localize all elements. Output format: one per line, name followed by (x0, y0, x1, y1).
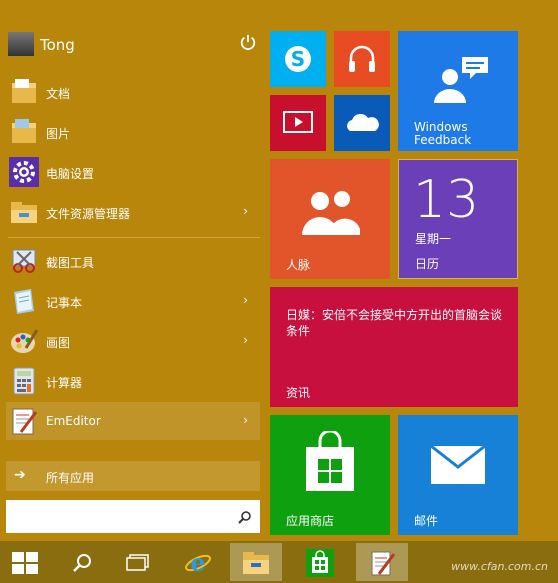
tile-label: Windows Feedback (414, 121, 471, 147)
store-icon (306, 549, 334, 577)
tile-store[interactable]: 应用商店 (270, 415, 390, 535)
menu-item-label: 图片 (46, 127, 71, 141)
notepad-icon (14, 289, 34, 314)
menu-item-label: 截图工具 (46, 256, 95, 270)
menu-item-pictures[interactable]: 图片 (6, 113, 260, 151)
tile-label: 应用商店 (286, 514, 335, 528)
user-name: Tong (40, 36, 75, 54)
tile-video[interactable] (270, 95, 326, 151)
search-box[interactable] (6, 500, 260, 533)
pc-settings-gear-icon (9, 157, 39, 187)
news-headline: 日媒：安倍不会接受中方开出的首脑会谈条件 (286, 308, 503, 338)
menu-item-label: EmEditor (46, 414, 101, 428)
video-icon (283, 111, 313, 133)
taskbar-store-button[interactable] (294, 543, 346, 581)
power-icon[interactable] (239, 34, 257, 52)
chevron-right-icon[interactable]: › (243, 204, 248, 218)
tile-calendar[interactable]: 13 星期一 日历 (398, 159, 518, 279)
menu-item-label: 电脑设置 (46, 167, 95, 181)
menu-item-paint[interactable]: 画图 › (6, 322, 260, 360)
calendar-weekday: 星期一 (415, 232, 452, 246)
file-explorer-icon (11, 202, 37, 223)
tile-onedrive[interactable] (334, 95, 390, 151)
menu-item-label: 画图 (46, 336, 71, 350)
people-icon (302, 191, 360, 235)
menu-item-label: 计算器 (46, 376, 83, 390)
cloud-icon (347, 113, 379, 131)
notepad-icon (371, 551, 396, 576)
tile-label: 邮件 (414, 514, 439, 528)
store-bag-icon (306, 431, 354, 491)
arrow-right-icon: ➔ (14, 467, 26, 483)
menu-item-calculator[interactable]: 计算器 (6, 362, 260, 400)
paint-icon (11, 329, 39, 353)
tile-label: 人脉 (286, 258, 311, 272)
menu-item-label: 文件资源管理器 (46, 207, 131, 221)
watermark: www.cfan.com.cn (451, 560, 548, 573)
menu-item-emeditor[interactable]: EmEditor › (6, 402, 260, 440)
tile-skype[interactable]: S (270, 31, 326, 87)
chevron-right-icon[interactable]: › (243, 333, 248, 347)
tile-people[interactable]: 人脉 (270, 159, 390, 279)
all-apps-button[interactable]: ➔ 所有应用 (6, 461, 260, 491)
menu-item-file-explorer[interactable]: 文件资源管理器 › (6, 193, 260, 231)
search-icon (73, 554, 91, 572)
tile-music[interactable] (334, 31, 390, 87)
tile-label: 日历 (415, 257, 440, 271)
user-account[interactable]: Tong (8, 32, 263, 58)
mail-envelope-icon (430, 445, 486, 484)
taskbar: e www.cfan.com.cn (0, 541, 558, 583)
chevron-right-icon[interactable]: › (243, 413, 248, 427)
documents-folder-icon (12, 79, 36, 103)
user-avatar (8, 32, 34, 56)
start-button[interactable] (0, 543, 52, 581)
pictures-folder-icon (12, 119, 36, 143)
task-view-button[interactable] (112, 543, 164, 581)
tile-news[interactable]: 日媒：安倍不会接受中方开出的首脑会谈条件 资讯 (270, 287, 518, 407)
taskbar-search-button[interactable] (56, 543, 108, 581)
start-left-pane: Tong 文档 图片 电脑设置 文件资源管理器 › 截图工具 记事本 › 画图 … (0, 0, 266, 541)
menu-item-label: 文档 (46, 87, 71, 101)
menu-item-label: 记事本 (46, 296, 83, 310)
menu-item-documents[interactable]: 文档 (6, 73, 260, 111)
emeditor-icon (12, 408, 38, 435)
tile-mail[interactable]: 邮件 (398, 415, 518, 535)
snipping-tool-icon (12, 249, 36, 273)
tile-label-line: Feedback (414, 133, 472, 147)
calendar-day: 13 (413, 170, 480, 230)
all-apps-label: 所有应用 (46, 471, 95, 485)
search-icon[interactable] (238, 510, 252, 524)
file-explorer-icon (243, 552, 269, 574)
feedback-people-icon (434, 57, 488, 103)
skype-icon: S (285, 46, 311, 72)
menu-item-snipping-tool[interactable]: 截图工具 (6, 242, 260, 280)
internet-explorer-icon: e (185, 549, 211, 577)
taskbar-ie-button[interactable]: e (172, 543, 224, 581)
windows-logo-icon (12, 552, 38, 574)
headphones-icon (349, 45, 375, 72)
task-view-icon (126, 554, 149, 571)
svg-text:e: e (190, 549, 205, 577)
menu-item-notepad[interactable]: 记事本 › (6, 282, 260, 320)
tile-label: 资讯 (286, 386, 311, 400)
calculator-icon (13, 367, 35, 395)
menu-item-pc-settings[interactable]: 电脑设置 (6, 153, 260, 191)
taskbar-file-explorer-button[interactable] (230, 543, 282, 581)
chevron-right-icon[interactable]: › (243, 293, 248, 307)
taskbar-notepad-button[interactable] (356, 543, 408, 581)
menu-divider (8, 237, 260, 238)
start-menu: Tong 文档 图片 电脑设置 文件资源管理器 › 截图工具 记事本 › 画图 … (0, 0, 558, 541)
tile-windows-feedback[interactable]: Windows Feedback (398, 31, 518, 151)
svg-text:S: S (291, 47, 305, 71)
